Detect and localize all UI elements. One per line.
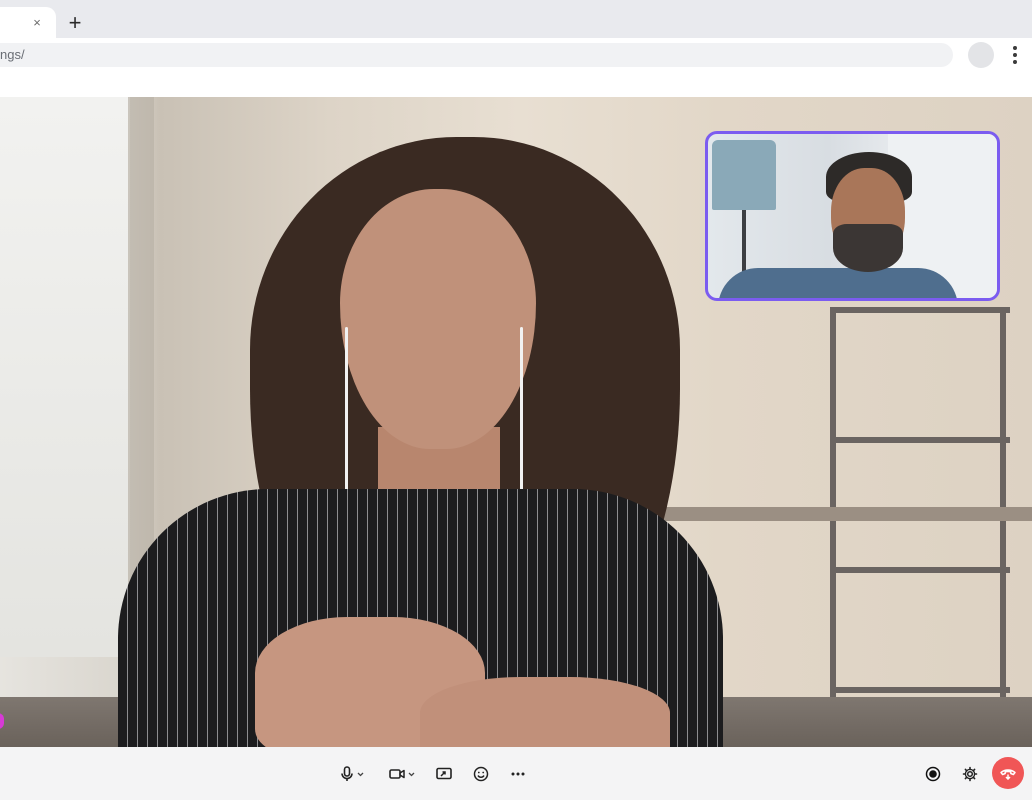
chevron-down-icon bbox=[357, 772, 364, 776]
participant-face bbox=[340, 189, 536, 449]
browser-tab[interactable]: × bbox=[0, 7, 56, 38]
browser-menu-icon[interactable] bbox=[1008, 44, 1022, 66]
gear-icon bbox=[962, 766, 978, 782]
microphone-icon bbox=[341, 766, 353, 781]
settings-button[interactable] bbox=[956, 760, 984, 788]
chevron-down-icon bbox=[408, 772, 415, 776]
call-control-bar bbox=[0, 747, 1032, 800]
browser-tab-bar: × + bbox=[0, 0, 1032, 38]
leave-call-button[interactable] bbox=[992, 757, 1024, 789]
participant-hand-right bbox=[420, 677, 670, 747]
self-view-video[interactable] bbox=[705, 131, 1000, 301]
emoji-icon bbox=[473, 766, 489, 782]
self-view-shirt bbox=[718, 268, 958, 298]
new-tab-button[interactable]: + bbox=[64, 12, 86, 34]
self-view-lamp bbox=[712, 140, 776, 210]
more-options-button[interactable] bbox=[504, 760, 532, 788]
more-options-icon bbox=[511, 772, 525, 776]
share-screen-icon bbox=[436, 767, 452, 780]
address-bar[interactable]: ngs/ bbox=[0, 43, 953, 67]
close-tab-icon[interactable]: × bbox=[30, 16, 44, 30]
profile-avatar[interactable] bbox=[968, 42, 994, 68]
background-window bbox=[0, 97, 130, 657]
record-icon bbox=[925, 766, 941, 782]
record-button[interactable] bbox=[919, 760, 947, 788]
reactions-button[interactable] bbox=[467, 760, 495, 788]
share-screen-button[interactable] bbox=[430, 760, 458, 788]
self-view-beard bbox=[833, 224, 903, 272]
background-desk bbox=[630, 507, 1032, 521]
microphone-button[interactable] bbox=[332, 760, 372, 788]
leave-call-icon bbox=[1000, 769, 1016, 780]
camera-icon bbox=[389, 769, 405, 779]
browser-toolbar: ngs/ bbox=[0, 38, 1032, 97]
address-bar-url: ngs/ bbox=[0, 47, 25, 62]
camera-button[interactable] bbox=[381, 760, 423, 788]
